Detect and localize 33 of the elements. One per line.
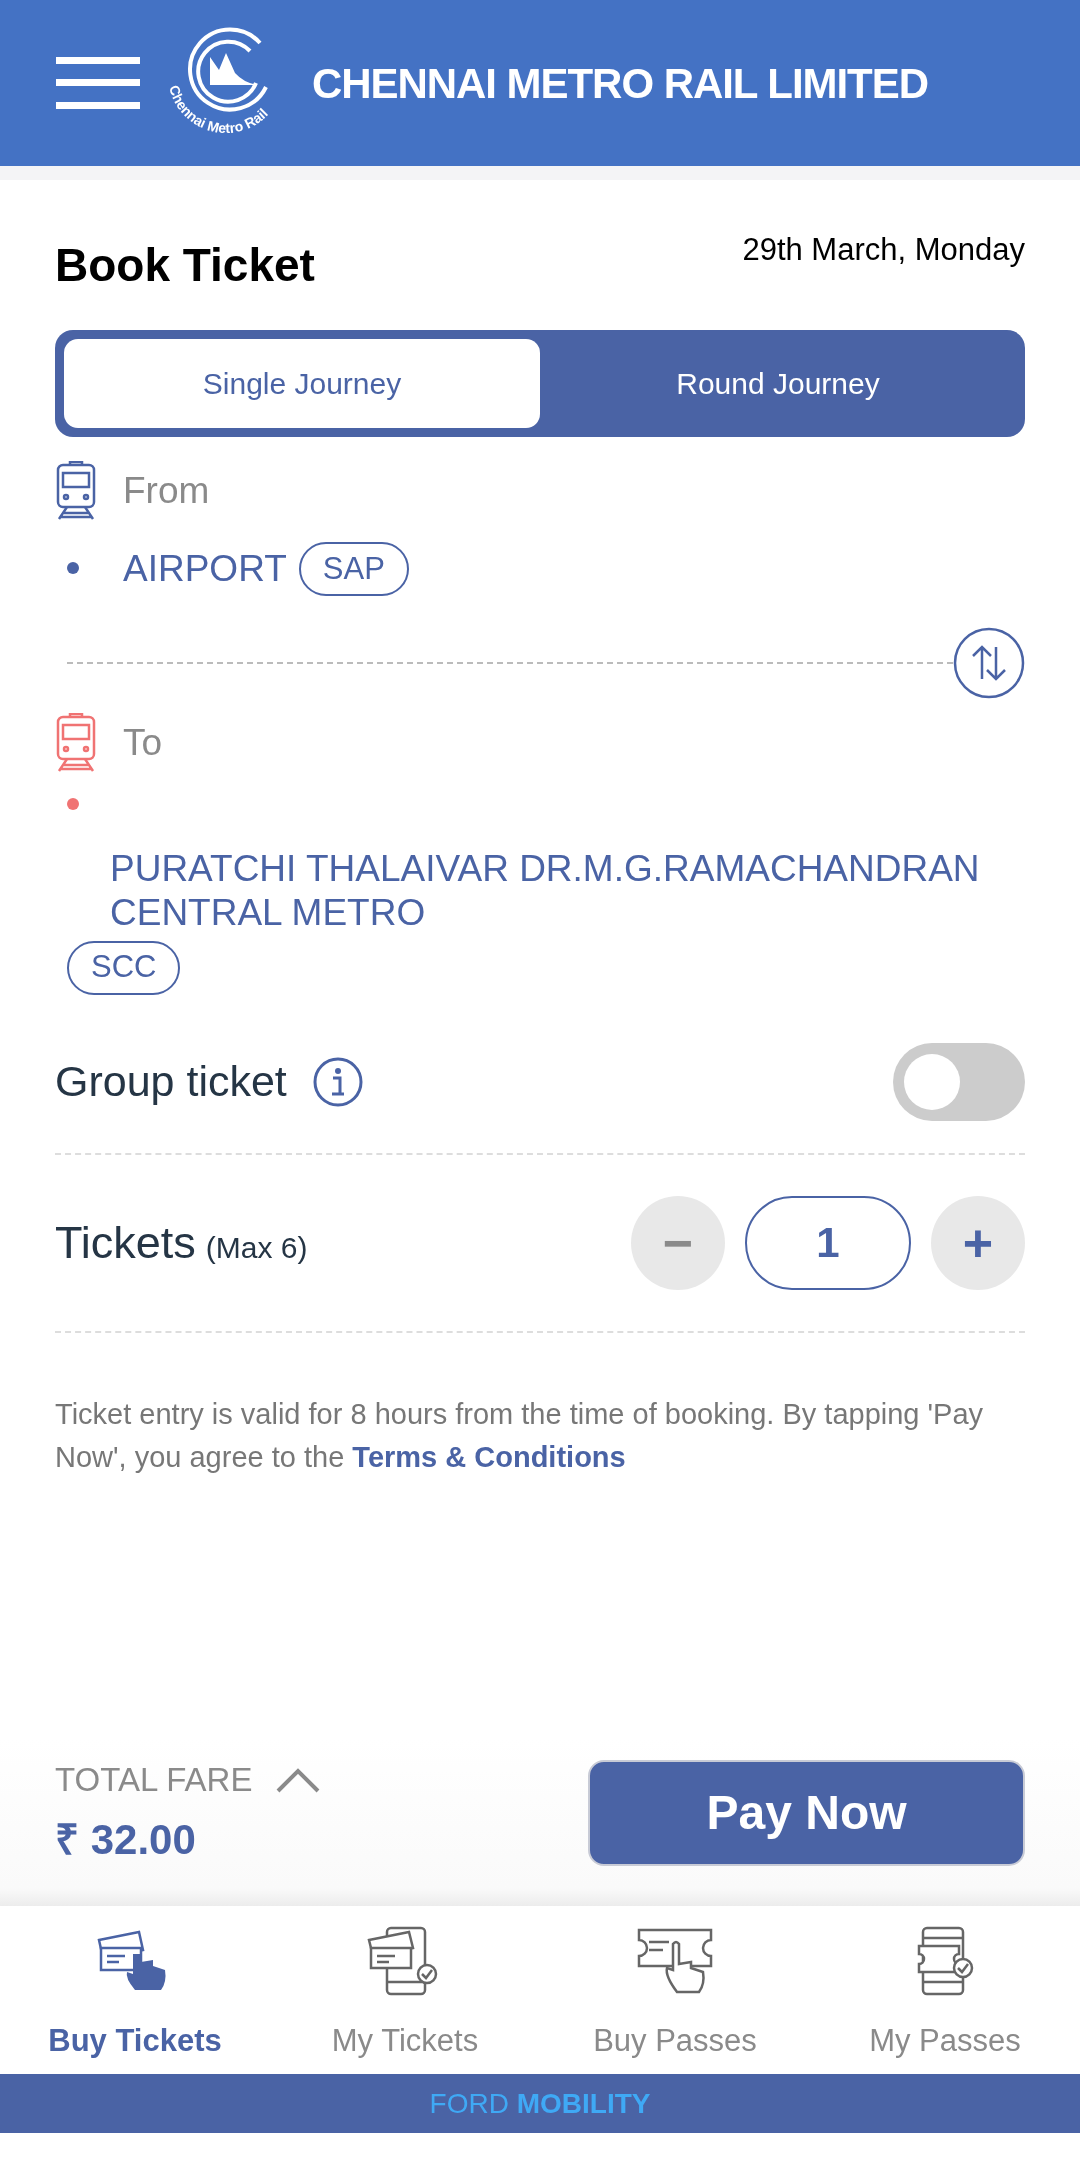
journey-tab[interactable]: Single Journey [64,339,540,428]
train-icon [55,712,97,773]
total-fare-label: TOTAL FARE [55,1759,253,1800]
journey-tab[interactable]: Round Journey [540,339,1016,428]
page-title: Book Ticket [55,242,315,288]
pay-now-button[interactable]: Pay Now [588,1760,1025,1866]
station-name[interactable]: AIRPORT [123,541,287,597]
nav-tab[interactable]: Buy Tickets [0,1906,270,2074]
ticket-count-field[interactable]: 1 [745,1195,911,1290]
group-ticket-label: Group ticket [55,1056,287,1108]
date-label: 29th March, Monday [742,234,1025,265]
nav-tab[interactable]: Buy Passes [540,1906,810,2074]
app-title: CHENNAI METRO RAIL LIMITED [312,58,928,109]
station-code-badge: SAP [298,541,409,596]
train-icon [55,461,97,521]
station-name[interactable]: PURATCHI THALAIVAR DR.M.G.RAMACHANDRAN CENTRAL METRO [110,846,1010,935]
tickets-limit: (Max 6) [205,1229,308,1266]
increase-button[interactable]: + [931,1195,1025,1290]
terms-link[interactable]: Terms & Conditions [352,1440,626,1473]
info-icon[interactable] [312,1056,363,1107]
from-label: From [123,469,210,514]
fare-amount: ₹ 32.00 [55,1815,197,1866]
to-label: To [123,720,163,765]
swap-icon[interactable] [953,626,1025,699]
nav-tab[interactable]: My Tickets [270,1906,540,2074]
footer-brand: FORD MOBILITY [0,2074,1080,2133]
tickets-label: Tickets [55,1215,196,1270]
chevron-up-icon[interactable] [276,1766,321,1793]
nav-tab[interactable]: My Passes [810,1906,1080,2074]
station-code-badge: SCC [67,940,181,995]
pass-tap-icon [635,1926,715,1996]
validity-notice: Ticket entry is valid for 8 hours from the time of booking. By tapping 'Pay Now', you agree to the Terms & Conditions [55,1396,985,1475]
menu-icon[interactable] [56,57,140,109]
